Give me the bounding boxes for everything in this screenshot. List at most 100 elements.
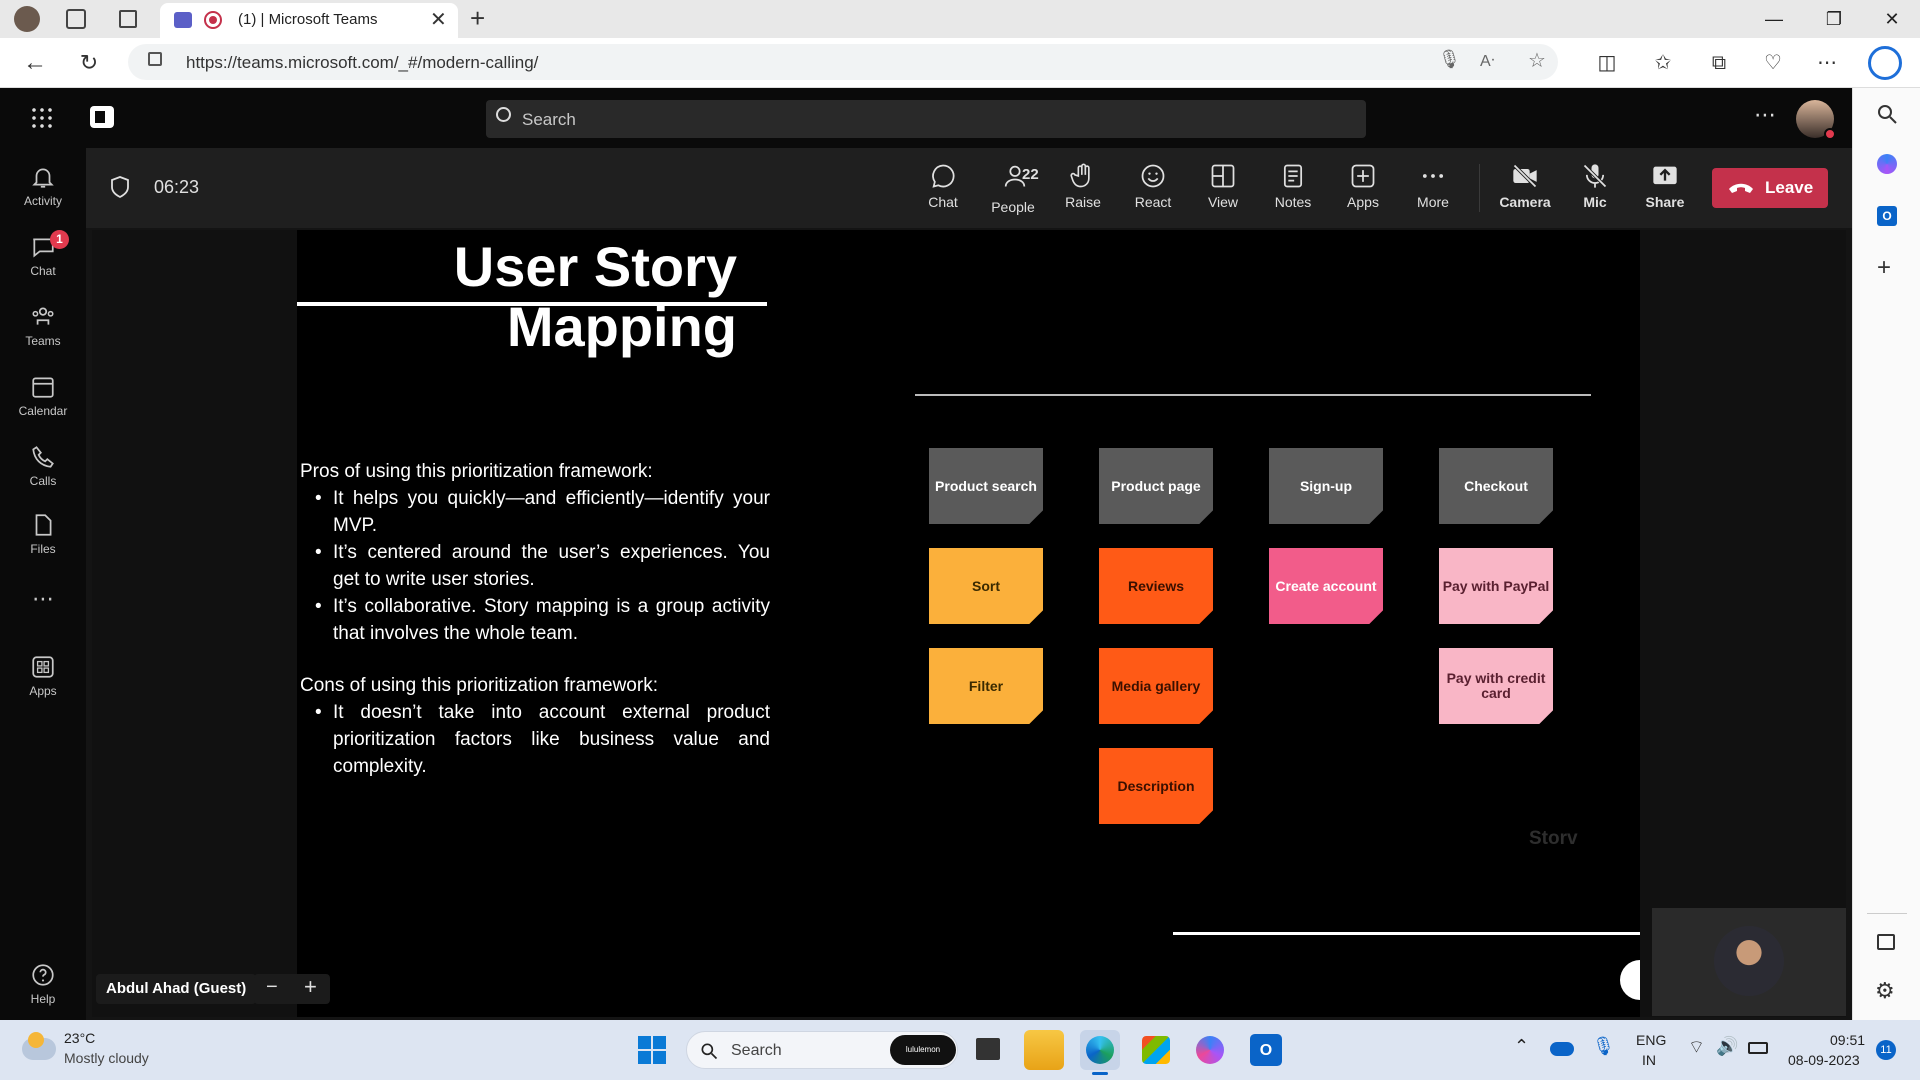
apps-icon xyxy=(32,656,54,678)
rail-more-icon[interactable]: ⋯ xyxy=(0,586,86,612)
people-button[interactable]: 22 People xyxy=(980,160,1046,220)
hang-up-icon xyxy=(1729,183,1753,193)
react-button[interactable]: React xyxy=(1120,160,1186,220)
rail-calls[interactable]: Calls xyxy=(0,438,86,498)
tab-microsoft-teams[interactable]: (1) | Microsoft Teams ✕ xyxy=(160,3,458,38)
more-options-icon[interactable]: ⋯ xyxy=(1812,48,1842,78)
chat-label: Chat xyxy=(928,194,958,210)
weather-condition: Mostly cloudy xyxy=(64,1050,149,1066)
teams-logo-icon xyxy=(90,106,114,128)
copilot-icon[interactable] xyxy=(1877,154,1897,174)
taskbar-mic-icon[interactable]: 🎙 xyxy=(1592,1036,1615,1057)
chat-button[interactable]: Chat xyxy=(910,160,976,220)
slide-title-line2: Mapping xyxy=(506,295,737,358)
cons-item: • It doesn’t take into account external p… xyxy=(315,702,770,777)
zoom-out-icon[interactable]: − xyxy=(266,976,278,999)
microsoft-store-icon[interactable] xyxy=(1142,1036,1170,1064)
rail-files[interactable]: Files xyxy=(0,506,86,566)
mic-icon[interactable]: 🎙 xyxy=(1438,49,1461,70)
share-button[interactable]: Share xyxy=(1632,160,1698,220)
outlook-icon[interactable]: O xyxy=(1877,206,1897,226)
pros-section: Pros of using this prioritization framew… xyxy=(300,458,770,647)
camera-button[interactable]: Camera xyxy=(1492,160,1558,220)
slide-corner-badge xyxy=(1620,960,1640,1000)
edge-browser-icon[interactable] xyxy=(1080,1030,1120,1075)
minimize-icon[interactable]: — xyxy=(1746,0,1802,38)
task-view-icon[interactable] xyxy=(976,1038,1000,1060)
rail-help[interactable]: Help xyxy=(0,956,86,1016)
hide-sidebar-icon[interactable] xyxy=(1877,934,1895,950)
url-text: https://teams.microsoft.com/_#/modern-ca… xyxy=(186,53,539,72)
pros-item: • It’s collaborative. Story mapping is a … xyxy=(315,596,770,644)
favorite-star-icon[interactable]: ☆ xyxy=(1528,48,1546,73)
tab-title: (1) | Microsoft Teams xyxy=(238,11,378,28)
restore-icon[interactable]: ❐ xyxy=(1806,0,1862,38)
leave-label: Leave xyxy=(1765,178,1814,197)
battery-icon[interactable] xyxy=(1748,1042,1768,1054)
clock-time[interactable]: 09:51 xyxy=(1830,1032,1865,1048)
self-video-tile[interactable] xyxy=(1652,908,1846,1016)
rail-teams[interactable]: Teams xyxy=(0,298,86,358)
view-icon xyxy=(1211,164,1235,188)
close-window-icon[interactable]: ✕ xyxy=(1864,0,1920,38)
help-icon xyxy=(32,964,54,986)
bing-copilot-icon[interactable] xyxy=(1868,46,1902,80)
teams-search-input[interactable]: Search xyxy=(486,100,1366,138)
close-tab-icon[interactable]: ✕ xyxy=(430,7,447,32)
performance-icon[interactable]: ♡ xyxy=(1758,48,1788,78)
settings-gear-icon[interactable]: ⚙ xyxy=(1875,978,1895,1004)
app-launcher-icon[interactable] xyxy=(30,106,54,130)
rail-apps[interactable]: Apps xyxy=(0,648,86,708)
file-icon xyxy=(35,514,52,536)
refresh-icon[interactable]: ↻ xyxy=(74,48,104,78)
rail-activity[interactable]: Activity xyxy=(0,158,86,218)
copilot-app-icon[interactable] xyxy=(1196,1036,1224,1064)
header-more-icon[interactable]: ⋯ xyxy=(1754,102,1776,128)
mic-button[interactable]: Mic xyxy=(1562,160,1628,220)
mic-off-icon xyxy=(1583,164,1607,188)
view-button[interactable]: View xyxy=(1190,160,1256,220)
show-hidden-icons-icon[interactable]: ⌃ xyxy=(1514,1036,1529,1057)
rail-calendar[interactable]: Calendar xyxy=(0,368,86,428)
search-icon[interactable] xyxy=(1875,102,1899,126)
collections-icon[interactable]: ⧉ xyxy=(1704,48,1734,78)
favorites-icon[interactable]: ✩ xyxy=(1648,48,1678,78)
profile-avatar[interactable] xyxy=(14,6,40,32)
tab-actions-icon[interactable] xyxy=(119,10,137,28)
rail-label: Calls xyxy=(29,474,57,488)
url-field[interactable]: https://teams.microsoft.com/_#/modern-ca… xyxy=(128,44,1558,80)
outlook-app-icon[interactable]: O xyxy=(1250,1034,1282,1066)
note-text: Filter xyxy=(968,677,1004,694)
more-button[interactable]: More xyxy=(1400,160,1466,220)
apps-plus-icon xyxy=(1351,164,1375,188)
sticky-note: Checkout xyxy=(1439,448,1553,524)
rail-chat[interactable]: Chat 1 xyxy=(0,228,86,288)
back-icon[interactable]: ← xyxy=(20,48,50,78)
notification-count-badge[interactable]: 11 xyxy=(1876,1040,1896,1060)
wifi-icon[interactable]: ⌔ xyxy=(1688,1036,1705,1059)
new-tab-icon[interactable]: + xyxy=(470,3,485,34)
leave-button[interactable]: Leave xyxy=(1712,168,1828,208)
sticky-note: Description xyxy=(1099,748,1213,824)
read-aloud-icon[interactable]: Aᐧ xyxy=(1480,51,1495,71)
start-windows-icon[interactable] xyxy=(638,1036,666,1064)
volume-icon[interactable]: 🔊 xyxy=(1716,1036,1738,1057)
slide-watermark: Storv xyxy=(1529,828,1578,849)
zoom-in-icon[interactable]: + xyxy=(304,974,317,1000)
language-line1[interactable]: ENG xyxy=(1636,1032,1666,1048)
pros-item-text: It’s collaborative. Story mapping is a g… xyxy=(333,596,770,644)
apps-button[interactable]: Apps xyxy=(1330,160,1396,220)
taskbar-search-box[interactable]: Search lululemon xyxy=(686,1031,958,1069)
more-icon xyxy=(1422,174,1444,178)
teams-icon xyxy=(32,307,54,325)
share-icon xyxy=(1653,166,1677,185)
split-screen-icon[interactable]: ◫ xyxy=(1592,48,1622,78)
notes-button[interactable]: Notes xyxy=(1260,160,1326,220)
sticky-note: Reviews xyxy=(1099,548,1213,624)
workspaces-icon[interactable] xyxy=(66,9,86,29)
file-explorer-icon[interactable] xyxy=(1024,1030,1064,1070)
raise-hand-button[interactable]: Raise xyxy=(1050,160,1116,220)
onedrive-icon[interactable] xyxy=(1550,1042,1574,1056)
chat-icon xyxy=(932,164,955,188)
add-sidebar-app-icon[interactable]: + xyxy=(1877,254,1891,282)
